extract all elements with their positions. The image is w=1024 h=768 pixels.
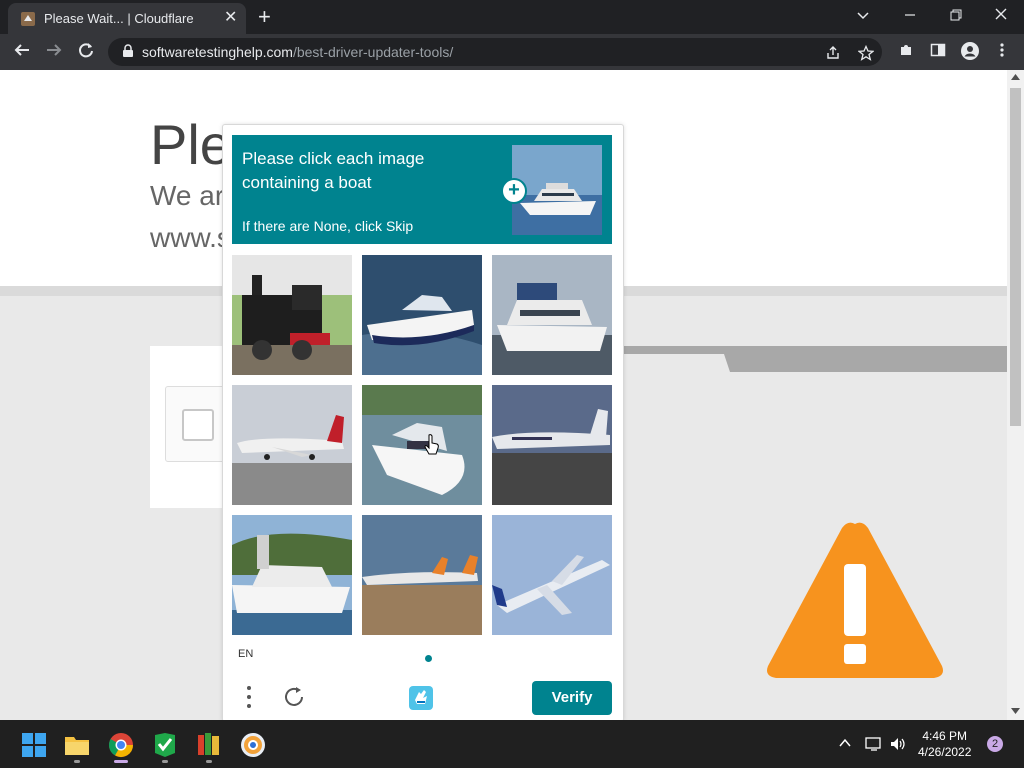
close-window-icon[interactable] [994,7,1008,21]
scrollbar-thumb[interactable] [1010,88,1021,426]
tile-5-speedboat[interactable] [362,385,482,505]
url-text[interactable]: softwaretestinghelp.com/best-driver-upda… [142,44,453,60]
profile-icon[interactable] [961,42,979,60]
tile-2-speedboat[interactable] [362,255,482,375]
captcha-checkbox[interactable] [182,409,214,441]
checkmark-app-icon[interactable] [151,731,179,759]
clock-time: 4:46 PM [922,729,968,743]
extensions-puzzle-icon[interactable] [898,42,914,58]
close-tab-icon[interactable]: ✕ [224,7,237,27]
gray-banner [600,346,1007,372]
forward-icon[interactable] [45,41,63,59]
back-icon[interactable] [13,41,31,59]
browser-menu-icon[interactable] [998,42,1006,58]
page-subline: We ar [150,180,225,211]
new-tab-icon[interactable]: + [258,4,271,30]
challenge-prompt: Please click each image containing a boa… [242,149,425,192]
page-indicator-dot [425,655,432,662]
refresh-challenge-icon[interactable] [282,685,306,709]
notification-badge[interactable]: 2 [987,736,1003,752]
hcaptcha-logo-icon[interactable] [405,682,437,714]
windows-start-icon[interactable] [20,731,48,759]
warning-icon [767,522,943,678]
file-explorer-icon[interactable] [63,731,91,759]
address-bar[interactable]: softwaretestinghelp.com/best-driver-upda… [108,38,882,66]
restore-icon[interactable] [949,8,963,22]
tray-overflow-chevron-icon[interactable] [839,738,851,748]
browser-app-icon[interactable] [239,731,267,759]
tile-1-train[interactable] [232,255,352,375]
challenge-skip-hint: If there are None, click Skip [242,218,414,234]
minimize-icon[interactable] [903,8,917,22]
cloudflare-favicon [21,12,35,26]
url-path: /best-driver-updater-tools/ [292,44,454,60]
checkmark-app-indicator [162,760,168,763]
tile-3-yacht[interactable] [492,255,612,375]
url-host: softwaretestinghelp.com [142,44,293,60]
tile-7-yacht[interactable] [232,515,352,635]
system-clock[interactable]: 4:46 PM 4/26/2022 [918,728,971,760]
page-site: www.s [150,222,231,253]
tile-8-airplane[interactable] [362,515,482,635]
page-heading: Ple [150,113,231,176]
scroll-down-icon[interactable] [1011,708,1020,714]
file-explorer-indicator [74,760,80,763]
volume-icon[interactable] [889,736,907,752]
verify-button[interactable]: Verify [532,681,612,715]
network-icon[interactable] [865,736,883,752]
chrome-active-indicator [114,760,128,763]
expand-example-plus-icon[interactable]: + [501,178,527,204]
scroll-up-icon[interactable] [1011,74,1020,80]
tile-9-airplane[interactable] [492,515,612,635]
side-panel-icon[interactable] [930,42,946,58]
clock-date: 4/26/2022 [918,745,972,759]
lock-icon[interactable] [122,44,134,58]
tile-6-airplane[interactable] [492,385,612,505]
bookmark-star-icon[interactable] [858,45,874,61]
chrome-icon[interactable] [107,731,135,759]
books-app-icon[interactable] [195,731,223,759]
tab-cloudflare[interactable]: Please Wait... | Cloudflare ✕ [8,3,246,34]
hand-cursor-icon [424,434,439,455]
tab-title: Please Wait... | Cloudflare [44,11,194,26]
tile-4-airplane[interactable] [232,385,352,505]
tab-search-chevron-icon[interactable] [856,8,870,22]
reload-icon[interactable] [77,41,95,59]
books-app-indicator [206,760,212,763]
language-selector[interactable]: EN [238,648,253,660]
captcha-menu-icon[interactable] [244,684,254,712]
share-icon[interactable] [825,45,841,61]
